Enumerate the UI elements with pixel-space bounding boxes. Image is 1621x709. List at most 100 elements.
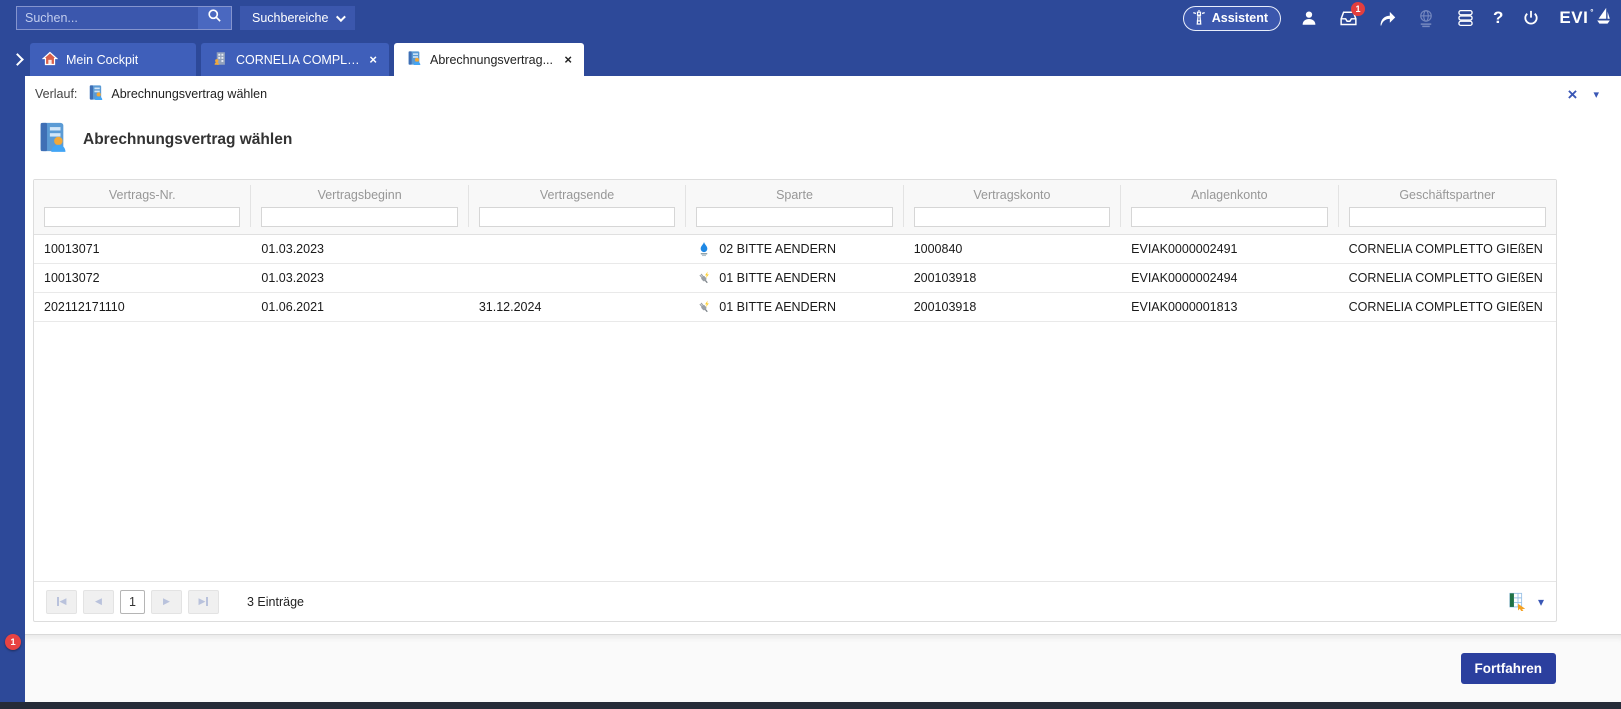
panel-close-icon[interactable]: × bbox=[1568, 86, 1578, 103]
next-page-icon: ▶ bbox=[163, 597, 170, 606]
table-empty-area bbox=[34, 322, 1556, 581]
column-header-anlagenkonto[interactable]: Anlagenkonto bbox=[1121, 185, 1338, 207]
contract-icon-large bbox=[35, 120, 69, 159]
content-panel: Verlauf: Abrechnungsvertrag wählen × bbox=[25, 76, 1621, 702]
global-search bbox=[16, 6, 232, 30]
cell-vertragsbeginn: 01.03.2023 bbox=[251, 235, 468, 263]
alert-badge[interactable]: 1 bbox=[5, 634, 21, 650]
pagination-bar: ◀ ◀ 1 ▶ ▶ 3 Einträge bbox=[34, 581, 1556, 621]
tab-mein-cockpit[interactable]: Mein Cockpit bbox=[30, 43, 196, 76]
column-header-vertragsende[interactable]: Vertragsende bbox=[469, 185, 686, 207]
filter-input-sparte[interactable] bbox=[696, 207, 892, 227]
prev-page-button[interactable]: ◀ bbox=[83, 590, 114, 614]
power-icon[interactable] bbox=[1520, 7, 1542, 29]
first-page-button[interactable]: ◀ bbox=[46, 590, 77, 614]
filter-input-vertragsbeginn[interactable] bbox=[261, 207, 457, 227]
geo-globe-icon bbox=[1415, 7, 1437, 29]
tab-cornelia-completto[interactable]: CORNELIA COMPLET... × bbox=[201, 43, 389, 76]
excel-export-button[interactable] bbox=[1508, 592, 1528, 611]
cell-geschaeftspartner: CORNELIA COMPLETTO GIEßEN bbox=[1339, 293, 1556, 321]
contract-icon bbox=[87, 84, 104, 104]
cell-vertragskonto: 1000840 bbox=[904, 235, 1121, 263]
table-row[interactable]: 10013071 01.03.2023 bbox=[34, 235, 1556, 264]
fortfahren-button[interactable]: Fortfahren bbox=[1461, 653, 1557, 684]
cell-sparte: 01 BITTE AENDERN bbox=[686, 264, 903, 292]
breadcrumb-item-label: Abrechnungsvertrag wählen bbox=[111, 87, 267, 101]
cell-geschaeftspartner: CORNELIA COMPLETTO GIEßEN bbox=[1339, 235, 1556, 263]
cell-vertrags-nr: 202112171110 bbox=[34, 293, 251, 321]
search-input[interactable] bbox=[16, 6, 198, 30]
action-footer: Fortfahren bbox=[25, 634, 1621, 702]
user-icon[interactable] bbox=[1298, 7, 1320, 29]
cell-vertrags-nr: 10013071 bbox=[34, 235, 251, 263]
filter-input-vertrags-nr[interactable] bbox=[44, 207, 240, 227]
suchbereiche-button[interactable]: Suchbereiche bbox=[240, 6, 355, 30]
bottom-edge-strip bbox=[0, 702, 1621, 709]
tab-close-icon[interactable]: × bbox=[564, 53, 572, 66]
column-header-vertragsbeginn[interactable]: Vertragsbeginn bbox=[251, 185, 468, 207]
sailboat-icon bbox=[1596, 7, 1611, 30]
sidebar-expand-chevron[interactable] bbox=[4, 42, 30, 76]
help-icon[interactable]: ? bbox=[1493, 8, 1503, 28]
tab-label: Abrechnungsvertrag... bbox=[430, 53, 553, 67]
cell-sparte: 01 BITTE AENDERN bbox=[686, 293, 903, 321]
electricity-icon bbox=[696, 299, 712, 315]
chevron-down-icon bbox=[336, 12, 346, 22]
page-title: Abrechnungsvertrag wählen bbox=[83, 131, 292, 149]
cell-vertragsbeginn: 01.03.2023 bbox=[251, 264, 468, 292]
column-header-sparte[interactable]: Sparte bbox=[686, 185, 903, 207]
electricity-icon bbox=[696, 270, 712, 286]
cell-geschaeftspartner: CORNELIA COMPLETTO GIEßEN bbox=[1339, 264, 1556, 292]
contracts-table: Vertrags-Nr. Vertragsbeginn Vertragsende… bbox=[33, 179, 1557, 622]
tab-abrechnungsvertrag[interactable]: Abrechnungsvertrag... × bbox=[394, 43, 584, 76]
breadcrumb: Verlauf: Abrechnungsvertrag wählen × bbox=[25, 76, 1621, 108]
chevron-right-icon bbox=[11, 53, 24, 66]
tab-close-icon[interactable]: × bbox=[369, 53, 377, 66]
redo-arrow-icon[interactable] bbox=[1376, 7, 1398, 29]
verlauf-label: Verlauf: bbox=[35, 87, 77, 101]
brand-text: EVI bbox=[1559, 8, 1588, 28]
filter-input-vertragsende[interactable] bbox=[479, 207, 675, 227]
cell-vertragsende: 31.12.2024 bbox=[469, 293, 686, 321]
inbox-icon[interactable]: 1 bbox=[1337, 7, 1359, 29]
first-page-icon bbox=[57, 597, 59, 606]
evi-logo: EVI° bbox=[1559, 7, 1611, 30]
suchbereiche-label: Suchbereiche bbox=[252, 11, 328, 25]
column-header-vertrags-nr[interactable]: Vertrags-Nr. bbox=[34, 185, 251, 207]
panel-menu-caret-icon[interactable]: ▾ bbox=[1593, 88, 1599, 101]
next-page-button[interactable]: ▶ bbox=[151, 590, 182, 614]
filter-input-geschaeftspartner[interactable] bbox=[1349, 207, 1546, 227]
column-header-geschaeftspartner[interactable]: Geschäftspartner bbox=[1339, 185, 1556, 207]
cell-vertragskonto: 200103918 bbox=[904, 293, 1121, 321]
cell-vertragskonto: 200103918 bbox=[904, 264, 1121, 292]
tab-bar: Mein Cockpit CORNELIA COMPLET... × bbox=[0, 36, 1621, 76]
cell-sparte: 02 BITTE AENDERN bbox=[686, 235, 903, 263]
database-icon[interactable] bbox=[1454, 7, 1476, 29]
export-options-caret-icon[interactable]: ▾ bbox=[1538, 595, 1544, 609]
cell-vertrags-nr: 10013072 bbox=[34, 264, 251, 292]
search-icon bbox=[207, 8, 222, 28]
column-header-vertragskonto[interactable]: Vertragskonto bbox=[904, 185, 1121, 207]
table-row[interactable]: 202112171110 01.06.2021 31.12.2024 bbox=[34, 293, 1556, 322]
lighthouse-icon bbox=[1192, 9, 1206, 28]
cell-vertragsbeginn: 01.06.2021 bbox=[251, 293, 468, 321]
top-bar: Suchbereiche Assistent 1 bbox=[0, 0, 1621, 36]
contract-icon bbox=[406, 50, 422, 69]
inbox-count-badge: 1 bbox=[1351, 2, 1365, 16]
entries-count-label: 3 Einträge bbox=[247, 595, 304, 609]
current-page-button[interactable]: 1 bbox=[120, 590, 145, 614]
last-page-button[interactable]: ▶ bbox=[188, 590, 219, 614]
breadcrumb-item[interactable]: Abrechnungsvertrag wählen bbox=[87, 84, 267, 104]
cell-anlagenkonto: EVIAK0000002494 bbox=[1121, 264, 1338, 292]
left-side-strip: 1 bbox=[0, 76, 25, 702]
cell-anlagenkonto: EVIAK0000001813 bbox=[1121, 293, 1338, 321]
assistent-button[interactable]: Assistent bbox=[1183, 6, 1281, 31]
prev-page-icon: ◀ bbox=[95, 597, 102, 606]
table-row[interactable]: 10013072 01.03.2023 bbox=[34, 264, 1556, 293]
filter-input-anlagenkonto[interactable] bbox=[1131, 207, 1327, 227]
search-button[interactable] bbox=[198, 6, 232, 30]
cell-vertragsende bbox=[469, 264, 686, 292]
sparte-label: 01 BITTE AENDERN bbox=[719, 300, 836, 314]
filter-input-vertragskonto[interactable] bbox=[914, 207, 1110, 227]
cell-vertragsende bbox=[469, 235, 686, 263]
